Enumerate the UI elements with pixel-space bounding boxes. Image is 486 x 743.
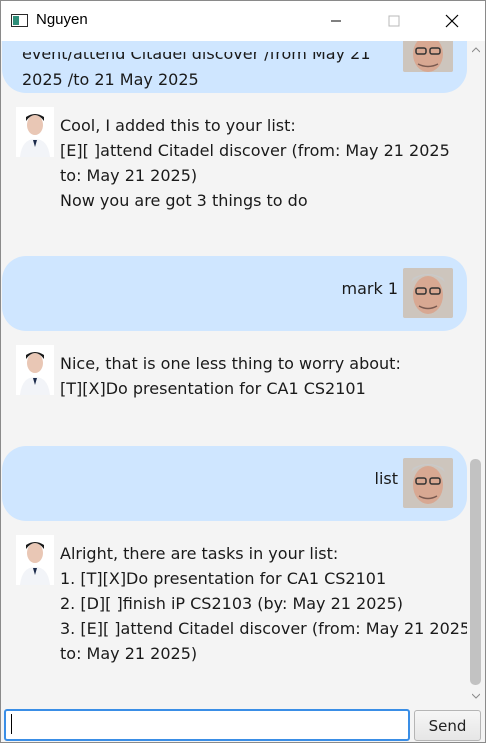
user-message-line: mark 1 <box>341 279 399 298</box>
input-bar: Send <box>1 705 485 742</box>
bot-message: Cool, I added this to your list: [E][ ]a… <box>2 103 467 238</box>
user-avatar <box>403 268 453 318</box>
scroll-thumb[interactable] <box>470 459 481 685</box>
user-message-line: list <box>374 469 399 488</box>
user-message-line: 2025 /to 21 May 2025 <box>22 70 199 89</box>
app-icon <box>11 14 28 27</box>
scroll-up-button[interactable] <box>467 41 485 59</box>
bot-avatar-image <box>16 345 54 395</box>
bot-message-line: Alright, there are tasks in your list: <box>60 544 339 563</box>
user-avatar <box>403 41 453 72</box>
chat-history[interactable]: event/attend Citadel discover /from May … <box>1 41 467 705</box>
bot-message-line: [T][X]Do presentation for CA1 CS2101 <box>60 379 366 398</box>
user-avatar <box>403 458 453 508</box>
user-message: event/attend Citadel discover /from May … <box>2 41 467 93</box>
user-avatar-image <box>403 458 453 508</box>
user-message: mark 1 <box>2 256 467 331</box>
maximize-icon <box>388 15 400 27</box>
minimize-icon <box>331 20 341 22</box>
bot-message-line: Cool, I added this to your list: <box>60 116 296 135</box>
user-message-line: event/attend Citadel discover /from May … <box>22 44 371 63</box>
bot-message-line: Now you are got 3 things to do <box>60 191 308 210</box>
bot-message: Alright, there are tasks in your list: 1… <box>2 531 467 701</box>
minimize-button[interactable] <box>307 1 365 41</box>
close-icon <box>445 14 459 28</box>
send-button[interactable]: Send <box>414 710 481 741</box>
window-title: Nguyen <box>36 11 88 28</box>
message-input[interactable] <box>4 709 410 741</box>
chevron-down-icon <box>472 693 480 699</box>
app-window: Nguyen event/attend Citadel discover /fr… <box>0 0 486 743</box>
close-button[interactable] <box>423 1 481 41</box>
bot-message-line: to: May 21 2025) <box>60 644 198 663</box>
bot-avatar <box>16 107 54 157</box>
bot-avatar-image <box>16 535 54 585</box>
bot-message-line: 1. [T][X]Do presentation for CA1 CS2101 <box>60 569 387 588</box>
bot-message-line: 2. [D][ ]finish iP CS2103 (by: May 21 20… <box>60 594 404 613</box>
bot-message: Nice, that is one less thing to worry ab… <box>2 341 467 436</box>
bot-avatar <box>16 535 54 585</box>
maximize-button[interactable] <box>365 1 423 41</box>
bot-message-line: Nice, that is one less thing to worry ab… <box>60 354 401 373</box>
scroll-down-button[interactable] <box>467 687 485 705</box>
chat-scrollbar[interactable] <box>467 41 485 705</box>
bot-message-line: 3. [E][ ]attend Citadel discover (from: … <box>60 619 467 638</box>
bot-message-line: to: May 21 2025) <box>60 166 198 185</box>
bot-avatar-image <box>16 107 54 157</box>
chevron-up-icon <box>472 47 480 53</box>
user-avatar-image <box>403 41 453 72</box>
bot-message-line: [E][ ]attend Citadel discover (from: May… <box>60 141 450 160</box>
user-avatar-image <box>403 268 453 318</box>
user-message: list <box>2 446 467 521</box>
text-caret <box>11 714 12 734</box>
bot-avatar <box>16 345 54 395</box>
title-bar[interactable]: Nguyen <box>1 1 485 41</box>
